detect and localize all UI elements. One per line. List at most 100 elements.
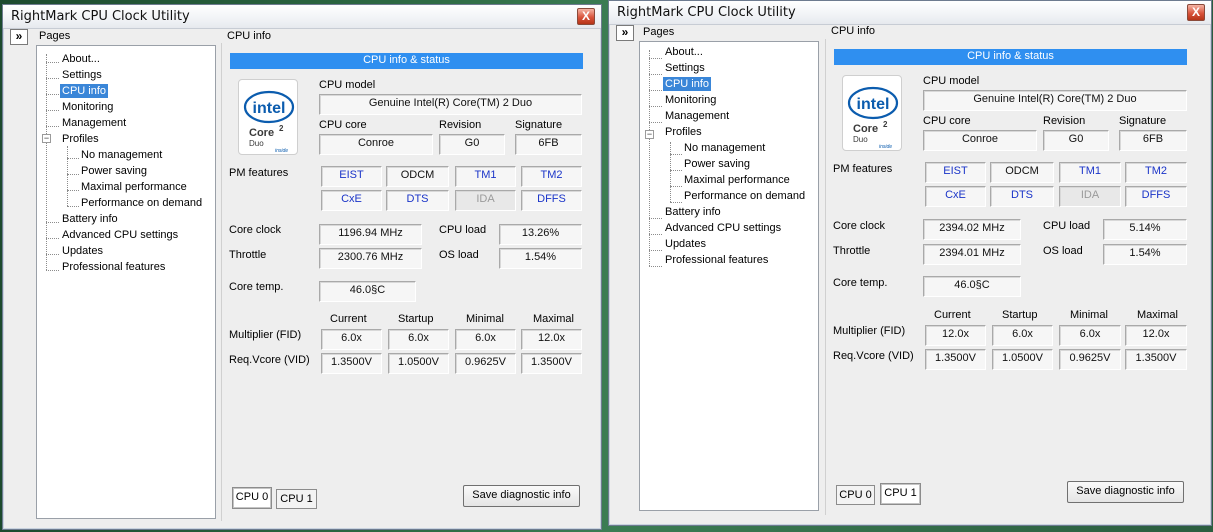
collapse-pages-button[interactable]: »	[10, 29, 28, 45]
section-title: CPU info	[831, 25, 876, 37]
nav-item-settings[interactable]: Settings	[60, 68, 104, 82]
multiplier-startup: 6.0x	[388, 329, 449, 350]
cpu-0-tab[interactable]: CPU 0	[232, 487, 272, 509]
tree-line	[649, 74, 662, 75]
startup-header: Startup	[1002, 309, 1038, 321]
pm-features-label: PM features	[833, 163, 893, 175]
nav-item-performance-on-demand[interactable]: Performance on demand	[682, 189, 807, 203]
cpu-1-tab[interactable]: CPU 1	[276, 489, 317, 509]
logo-tag: inside	[275, 148, 288, 154]
pages-tree[interactable]: − About... Settings CPU info Monitoring …	[36, 45, 216, 519]
tree-line	[670, 170, 682, 171]
nav-item-battery-info[interactable]: Battery info	[60, 212, 120, 226]
nav-item-about[interactable]: About...	[60, 52, 102, 66]
save-diagnostic-info-button[interactable]: Save diagnostic info	[1067, 481, 1184, 503]
current-header: Current	[934, 309, 971, 321]
multiplier-minimal: 6.0x	[455, 329, 516, 350]
profiles-collapse-icon[interactable]: −	[42, 134, 51, 143]
multiplier-maximal: 12.0x	[521, 329, 582, 350]
cpu-0-tab[interactable]: CPU 0	[836, 485, 875, 505]
minimal-header: Minimal	[1070, 309, 1108, 321]
vcore-startup: 1.0500V	[992, 349, 1053, 370]
feature-dffs: DFFS	[1125, 186, 1187, 207]
tree-line	[67, 174, 79, 175]
nav-item-maximal-performance[interactable]: Maximal performance	[79, 180, 189, 194]
nav-item-advanced-cpu-settings[interactable]: Advanced CPU settings	[663, 221, 783, 235]
nav-item-updates[interactable]: Updates	[663, 237, 708, 251]
pages-tree[interactable]: − About... Settings CPU info Monitoring …	[639, 41, 819, 511]
window-title: RightMark CPU Clock Utility	[617, 5, 796, 20]
pm-features-label: PM features	[229, 167, 289, 179]
tree-line	[46, 126, 59, 127]
nav-item-performance-on-demand[interactable]: Performance on demand	[79, 196, 204, 210]
nav-item-monitoring[interactable]: Monitoring	[60, 100, 115, 114]
core-temp-label: Core temp.	[833, 277, 888, 289]
cpu-core-value: Conroe	[923, 130, 1037, 151]
cpu-model-label: CPU model	[319, 79, 376, 91]
core-clock-label: Core clock	[833, 220, 885, 232]
feature-dffs: DFFS	[521, 190, 582, 211]
nav-item-cpu-info[interactable]: CPU info	[60, 84, 109, 98]
title-bar[interactable]: RightMark CPU Clock Utility X	[609, 1, 1211, 25]
intel-core2-duo-logo: intel Core 2 Duo inside	[842, 75, 902, 151]
nav-item-power-saving[interactable]: Power saving	[79, 164, 149, 178]
tree-line	[46, 110, 59, 111]
nav-item-about[interactable]: About...	[663, 45, 705, 59]
nav-item-updates[interactable]: Updates	[60, 244, 105, 258]
nav-item-battery-info[interactable]: Battery info	[663, 205, 723, 219]
nav-item-management[interactable]: Management	[663, 109, 731, 123]
cpu-model-value: Genuine Intel(R) Core(TM) 2 Duo	[923, 90, 1187, 111]
tree-line	[46, 238, 59, 239]
tree-line	[670, 154, 682, 155]
multiplier-label: Multiplier (FID)	[229, 329, 302, 341]
nav-item-professional-features[interactable]: Professional features	[60, 260, 167, 274]
nav-item-professional-features[interactable]: Professional features	[663, 253, 770, 267]
vcore-maximal: 1.3500V	[521, 353, 582, 374]
close-button[interactable]: X	[1187, 4, 1205, 21]
save-diagnostic-info-button[interactable]: Save diagnostic info	[463, 485, 580, 507]
revision-value: G0	[439, 134, 505, 155]
intel-logo-graphic: intel Core 2 Duo inside	[243, 90, 295, 154]
tree-line	[67, 190, 79, 191]
cpu-load-value: 5.14%	[1103, 219, 1187, 240]
cpu-load-value: 13.26%	[499, 224, 582, 245]
os-load-label: OS load	[439, 249, 479, 261]
nav-item-profiles[interactable]: Profiles	[663, 125, 704, 139]
signature-value: 6FB	[515, 134, 582, 155]
close-button[interactable]: X	[577, 8, 595, 25]
multiplier-maximal: 12.0x	[1125, 325, 1187, 346]
feature-odcm: ODCM	[386, 166, 449, 187]
core-clock-value: 2394.02 MHz	[923, 219, 1021, 240]
tree-line	[46, 270, 59, 271]
close-icon: X	[581, 9, 590, 23]
logo-sub: Duo	[249, 139, 264, 148]
logo-sub: Duo	[853, 135, 868, 144]
profiles-collapse-icon[interactable]: −	[645, 130, 654, 139]
nav-item-settings[interactable]: Settings	[663, 61, 707, 75]
cpu-1-tab[interactable]: CPU 1	[880, 483, 921, 505]
collapse-pages-button[interactable]: »	[616, 25, 634, 41]
nav-item-cpu-info[interactable]: CPU info	[663, 77, 712, 91]
nav-item-no-management[interactable]: No management	[79, 148, 164, 162]
os-load-value: 1.54%	[1103, 244, 1187, 265]
nav-item-power-saving[interactable]: Power saving	[682, 157, 752, 171]
cpu-model-label: CPU model	[923, 75, 980, 87]
nav-item-profiles[interactable]: Profiles	[60, 132, 101, 146]
tree-line	[67, 158, 79, 159]
nav-item-maximal-performance[interactable]: Maximal performance	[682, 173, 792, 187]
vcore-startup: 1.0500V	[388, 353, 449, 374]
nav-item-advanced-cpu-settings[interactable]: Advanced CPU settings	[60, 228, 180, 242]
multiplier-minimal: 6.0x	[1059, 325, 1121, 346]
cpu-core-label: CPU core	[923, 115, 971, 127]
nav-item-management[interactable]: Management	[60, 116, 128, 130]
revision-label: Revision	[1043, 115, 1086, 127]
tree-line	[670, 202, 682, 203]
os-load-value: 1.54%	[499, 248, 582, 269]
window-title: RightMark CPU Clock Utility	[11, 9, 190, 24]
nav-item-monitoring[interactable]: Monitoring	[663, 93, 718, 107]
core-clock-value: 1196.94 MHz	[319, 224, 422, 245]
cpu-core-value: Conroe	[319, 134, 433, 155]
close-icon: X	[1191, 5, 1200, 19]
title-bar[interactable]: RightMark CPU Clock Utility X	[3, 5, 601, 29]
nav-item-no-management[interactable]: No management	[682, 141, 767, 155]
